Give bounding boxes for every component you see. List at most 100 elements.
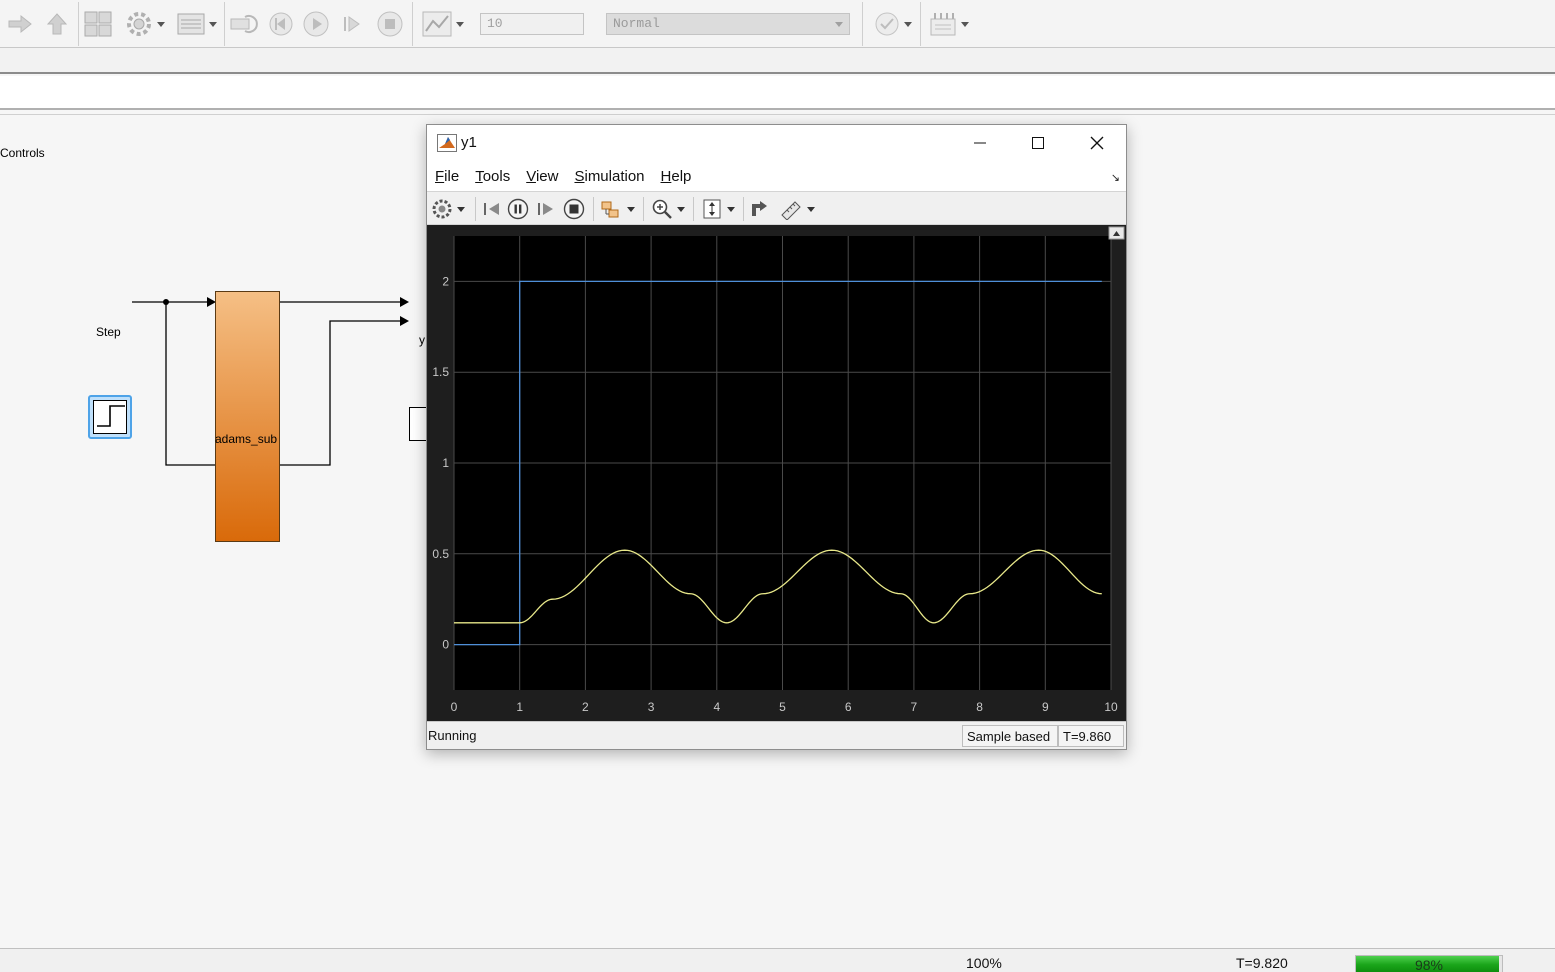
check-icon[interactable] [868,10,918,38]
highlight-block-button[interactable] [599,197,635,221]
toolbar-separator [78,2,79,46]
scope-window-title: y1 [461,134,477,151]
up-arrow-icon[interactable] [42,10,72,38]
simulation-mode-value: Normal [613,16,660,31]
chevron-down-icon [904,21,912,27]
chevron-down-icon [677,206,685,212]
expand-axes-icon[interactable] [1108,226,1125,240]
x-tick-label: 6 [845,700,852,714]
menu-view[interactable]: View [526,168,558,185]
scope-block-label: y [419,333,425,347]
toolbar-separator [643,197,644,221]
maximize-button[interactable] [1015,129,1061,157]
ruler-icon [781,201,801,220]
breadcrumb [0,48,1555,74]
x-tick-label: 3 [648,700,655,714]
chevron-down-icon [157,21,165,27]
run-icon[interactable] [300,10,332,38]
scope-time-readout: T=9.860 [1058,725,1124,747]
x-tick-label: 5 [779,700,786,714]
toolbar-separator [224,2,225,46]
menu-tools[interactable]: Tools [475,168,510,185]
adams-subsystem-block[interactable] [215,291,280,542]
x-tick-label: 10 [1104,700,1118,714]
model-explorer-icon[interactable] [172,10,222,38]
x-tick-label: 0 [451,700,458,714]
gear-icon [432,199,452,219]
model-settings-icon[interactable] [120,10,170,38]
minimize-button[interactable] [957,129,1003,157]
scope-plot: 0 1 2 3 4 5 6 7 8 9 10 0 0.5 1 1.5 2 [432,226,1125,714]
data-inspector-icon[interactable] [418,10,468,38]
stop-time-input[interactable]: 10 [480,13,584,35]
simulation-mode-select[interactable]: Normal [606,13,850,35]
subsystem-label: adams_sub [215,432,278,446]
close-button[interactable] [1074,129,1120,157]
toolbar-separator [743,197,744,221]
menu-simulation[interactable]: Simulation [574,168,644,185]
step-back-icon[interactable] [266,10,296,38]
highlight-block-icon [601,201,619,218]
step-icon [93,400,127,434]
chevron-down-icon [627,206,635,212]
minimize-icon [974,142,986,144]
chevron-down-icon [457,206,465,212]
stop-icon [563,198,585,220]
close-icon [1090,136,1104,150]
triggers-button[interactable] [749,197,771,221]
y-tick-label: 0.5 [432,547,449,561]
menu-file[interactable]: File [435,168,459,185]
toolbar-separator [862,2,863,46]
x-tick-label: 1 [516,700,523,714]
address-bar[interactable] [0,76,1555,110]
build-icon[interactable] [924,10,974,38]
toolbar-separator [693,197,694,221]
toolbar-separator [475,197,476,221]
y-tick-label: 2 [442,274,449,288]
scope-block[interactable] [409,407,427,441]
zoom-button[interactable] [651,197,685,221]
measurements-button[interactable] [779,197,815,221]
scope-step-forward-button[interactable] [535,197,557,221]
scope-stop-button[interactable] [563,197,585,221]
x-tick-label: 4 [713,700,720,714]
autoscale-button[interactable] [701,197,735,221]
trigger-icon [752,201,767,216]
zoom-in-icon [652,199,672,219]
toolbar-separator [593,197,594,221]
scope-settings-button[interactable] [431,197,465,221]
step-block[interactable] [88,395,132,439]
scope-menu-bar: File Tools View Simulation Help [427,161,1126,191]
scope-step-back-button[interactable] [481,197,503,221]
scope-pause-button[interactable] [507,197,529,221]
maximize-icon [1032,137,1044,149]
toolbar-separator [412,2,413,46]
status-bar: 100% T=9.820 98% [0,948,1555,972]
chevron-down-icon [961,21,969,27]
scope-title-bar[interactable]: y1 [427,125,1126,161]
matlab-logo-icon [437,134,457,155]
simulation-time: T=9.820 [1236,955,1288,971]
x-tick-label: 2 [582,700,589,714]
redo-icon[interactable] [228,10,260,38]
chevron-down-icon [209,21,217,27]
stop-icon[interactable] [374,10,406,38]
simulation-progress-bar: 98% [1355,955,1503,972]
simulation-status: Running [428,728,477,743]
scope-status-bar: Running Sample based T=9.860 [427,721,1126,749]
scope-plot-area[interactable]: 0 1 2 3 4 5 6 7 8 9 10 0 0.5 1 1.5 2 [427,225,1126,721]
sample-mode-indicator: Sample based [962,725,1058,747]
main-toolbar: 10 Normal [0,0,1555,48]
x-tick-label: 9 [1042,700,1049,714]
library-browser-icon[interactable] [82,10,114,38]
progress-label: 98% [1414,957,1444,972]
menu-help[interactable]: Help [661,168,692,185]
forward-arrow-icon[interactable] [4,10,36,38]
step-forward-icon [538,203,553,215]
y-tick-label: 1.5 [432,365,449,379]
area-label-controls: Controls [0,146,45,160]
undock-icon[interactable]: ↘ [1111,171,1120,184]
step-block-label: Step [96,325,121,339]
step-forward-icon[interactable] [338,10,368,38]
chevron-down-icon [835,22,843,27]
